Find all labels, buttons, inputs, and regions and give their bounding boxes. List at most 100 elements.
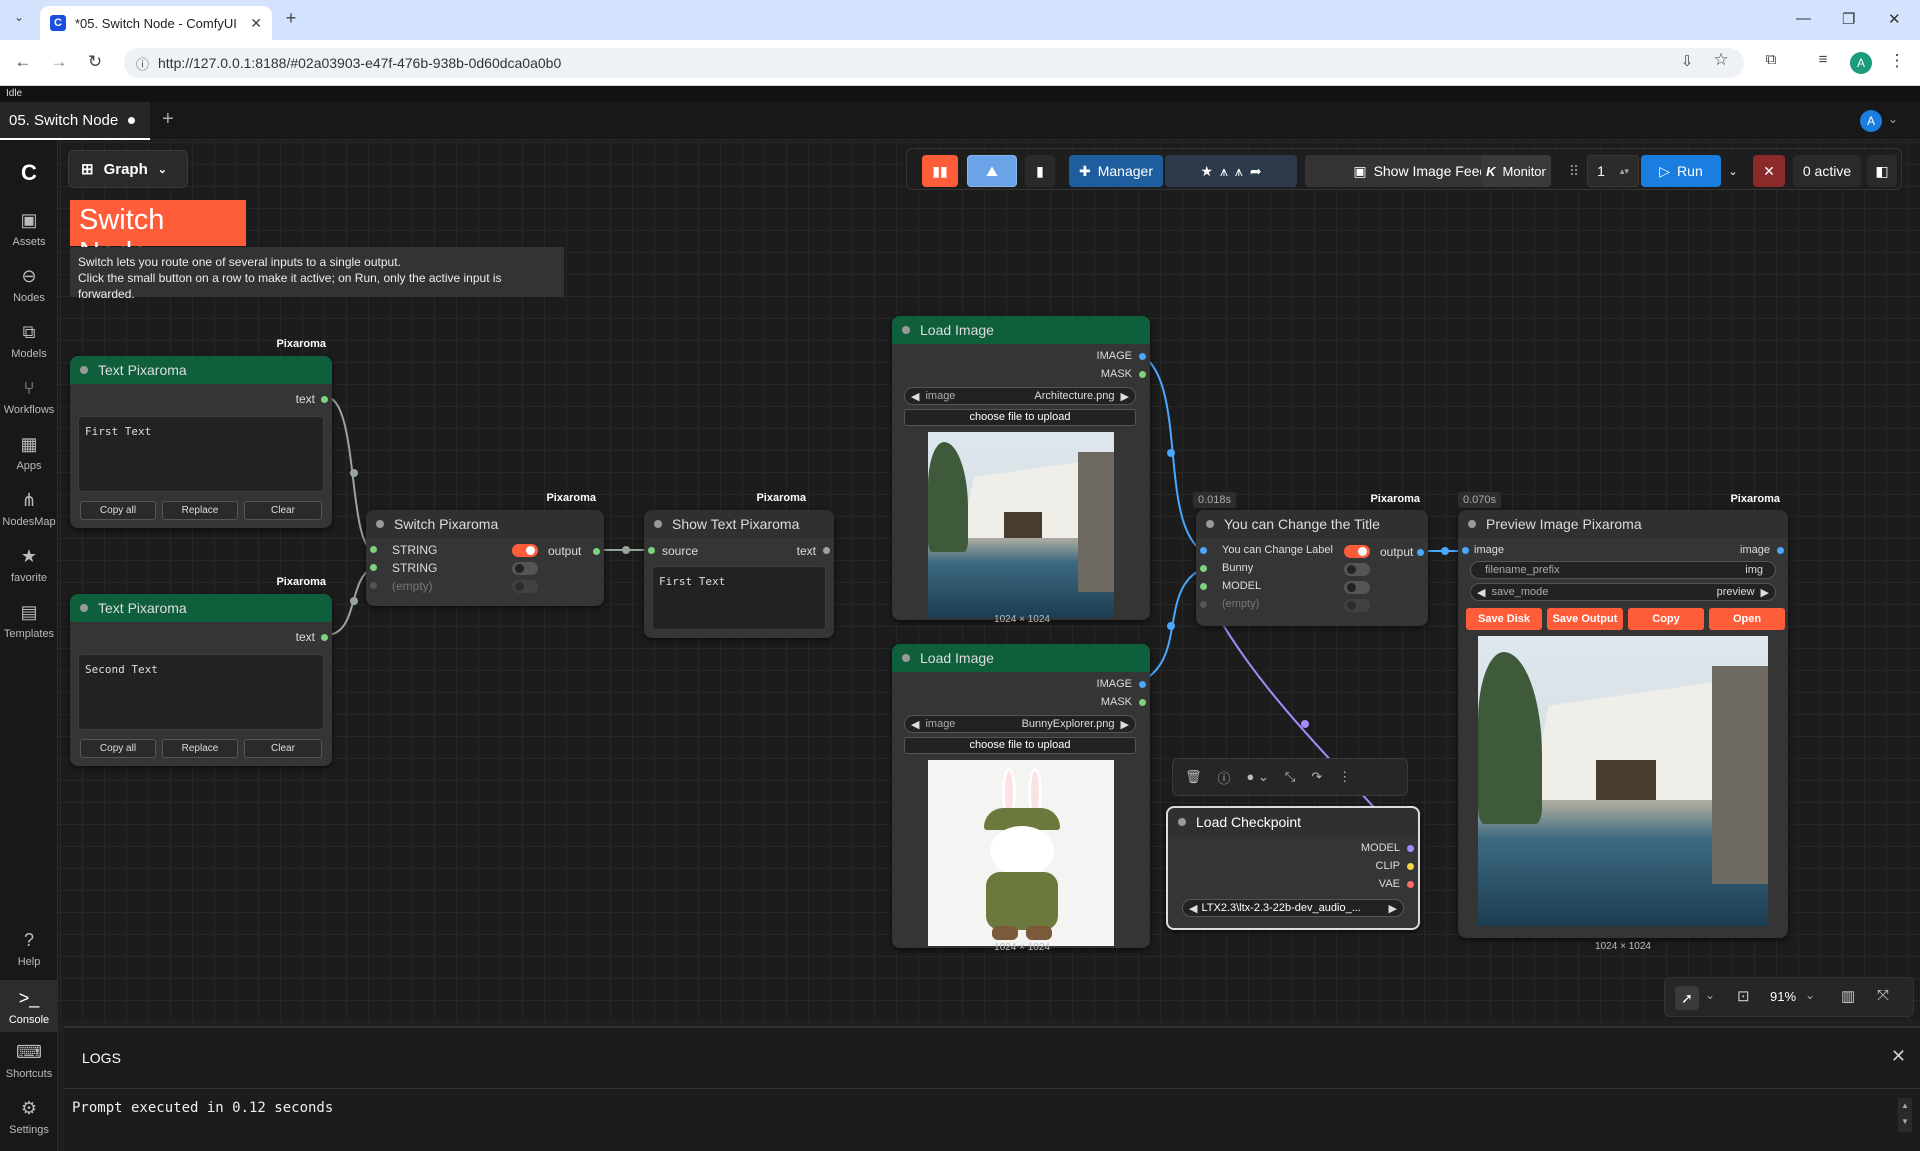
- sidebar-item-help[interactable]: ? Help: [0, 930, 58, 968]
- browser-menu-icon[interactable]: ⋮: [1886, 51, 1908, 71]
- back-icon[interactable]: ←: [12, 52, 34, 72]
- input-slot[interactable]: [1200, 601, 1207, 608]
- collapse-dot-icon[interactable]: [654, 520, 662, 528]
- model-alt-icon[interactable]: ⩚: [1235, 163, 1243, 180]
- save-output-button[interactable]: Save Output: [1547, 608, 1623, 630]
- switch-pixaroma-node[interactable]: Switch Pixaroma STRING output STRING (em…: [366, 510, 604, 606]
- tab-search-icon[interactable]: ⌄: [8, 10, 30, 24]
- output-slot[interactable]: [321, 634, 328, 641]
- clear-button[interactable]: Clear: [244, 501, 322, 520]
- pixaroma-logo-button[interactable]: ⛰: [967, 155, 1017, 187]
- copy-button[interactable]: Copy: [1628, 608, 1704, 630]
- output-slot[interactable]: [1139, 371, 1146, 378]
- input-slot[interactable]: [370, 546, 377, 553]
- replace-button[interactable]: Replace: [162, 501, 238, 520]
- run-options-chevron-icon[interactable]: ⌄: [1723, 155, 1743, 187]
- collapse-dot-icon[interactable]: [1468, 520, 1476, 528]
- image-select[interactable]: ◀ image BunnyExplorer.png ▶: [904, 715, 1136, 733]
- sidebar-item-console[interactable]: >_ Console: [0, 980, 58, 1032]
- output-slot[interactable]: [593, 548, 600, 555]
- text-area[interactable]: Second Text: [78, 654, 324, 730]
- workflow-tab[interactable]: 05. Switch Node: [0, 102, 150, 140]
- zoom-chevron-icon[interactable]: ⌄: [1805, 988, 1815, 1002]
- arrow-right-icon[interactable]: ▶: [1121, 718, 1129, 731]
- output-slot[interactable]: [1407, 881, 1414, 888]
- node-header[interactable]: You can Change the Title: [1196, 510, 1428, 538]
- monitor-button[interactable]: K Monitor: [1481, 155, 1551, 187]
- bookmark-star-icon[interactable]: ☆: [1710, 50, 1732, 70]
- active-toggle[interactable]: [512, 544, 538, 557]
- collapse-dot-icon[interactable]: [902, 326, 910, 334]
- delete-icon[interactable]: 🗑: [1185, 769, 1202, 785]
- input-slot[interactable]: [648, 547, 655, 554]
- input-slot[interactable]: [1200, 583, 1207, 590]
- output-slot[interactable]: [823, 547, 830, 554]
- manager-button[interactable]: ✚ Manager: [1069, 155, 1163, 187]
- queue-count-field[interactable]: 1 ▴▾: [1587, 155, 1639, 187]
- copy-all-button[interactable]: Copy all: [80, 501, 156, 520]
- switch-custom-title-node[interactable]: You can Change the Title You can Change …: [1196, 510, 1428, 626]
- fit-view-icon[interactable]: ⊡: [1737, 987, 1750, 1005]
- graph-canvas[interactable]: ⊞ Graph ⌄ Switch Node Switch lets you ro…: [58, 140, 1920, 1020]
- forward-icon[interactable]: →: [48, 52, 70, 72]
- node-header[interactable]: Preview Image Pixaroma: [1458, 510, 1788, 538]
- input-slot[interactable]: [370, 582, 377, 589]
- image-select[interactable]: ◀ image Architecture.png ▶: [904, 387, 1136, 405]
- media-icon[interactable]: ≡: [1812, 51, 1834, 68]
- collapse-icon[interactable]: ⤡: [1285, 769, 1295, 785]
- node-header[interactable]: Show Text Pixaroma: [644, 510, 834, 538]
- model-icon[interactable]: ⩚: [1220, 163, 1228, 180]
- copy-all-button[interactable]: Copy all: [80, 739, 156, 758]
- sidebar-item-templates[interactable]: ▤ Templates: [0, 602, 58, 640]
- load-image-node-2[interactable]: Load Image IMAGE MASK ◀ image BunnyExplore…: [892, 644, 1150, 948]
- info-icon[interactable]: ⓘ: [1218, 768, 1231, 787]
- arrow-left-icon[interactable]: ◀: [1189, 902, 1197, 915]
- comfy-logo-icon[interactable]: C: [0, 160, 58, 191]
- hide-links-icon[interactable]: ⤧: [1877, 987, 1889, 1004]
- bookmark-button[interactable]: ▮: [1025, 155, 1055, 187]
- cancel-button[interactable]: ✕: [1753, 155, 1785, 187]
- text-pixaroma-node-1[interactable]: Text Pixaroma text First Text Copy all R…: [70, 356, 332, 528]
- sidebar-item-apps[interactable]: ▦ Apps: [0, 434, 58, 472]
- color-picker-icon[interactable]: ● ⌄: [1247, 769, 1269, 785]
- sidebar-item-nodes[interactable]: ⊖ Nodes: [0, 266, 58, 304]
- show-text-pixaroma-node[interactable]: Show Text Pixaroma source text First Tex…: [644, 510, 834, 638]
- collapse-dot-icon[interactable]: [80, 604, 88, 612]
- more-options-icon[interactable]: ⋮: [1338, 769, 1351, 785]
- arrow-left-icon[interactable]: ◀: [911, 390, 919, 403]
- filename-prefix-field[interactable]: filename_prefix img: [1470, 561, 1776, 579]
- inactive-toggle[interactable]: [1344, 599, 1370, 612]
- drag-handle-icon[interactable]: ⠿: [1567, 155, 1581, 187]
- input-slot[interactable]: [1200, 547, 1207, 554]
- arrow-right-icon[interactable]: ▶: [1389, 902, 1397, 915]
- sidebar-item-shortcuts[interactable]: ⌨ Shortcuts: [0, 1042, 58, 1080]
- inactive-toggle[interactable]: [1344, 581, 1370, 594]
- load-checkpoint-node[interactable]: Load Checkpoint MODEL CLIP VAE ◀ LTX2.3\l…: [1166, 806, 1420, 930]
- url-field[interactable]: ⓘ http://127.0.0.1:8188/#02a03903-e47f-4…: [124, 48, 1744, 78]
- minimize-icon[interactable]: —: [1796, 10, 1811, 27]
- sidebar-item-settings[interactable]: ⚙ Settings: [0, 1098, 58, 1136]
- close-tab-icon[interactable]: ✕: [250, 15, 262, 32]
- pixaroma-audio-button[interactable]: ▮▮: [922, 155, 958, 187]
- input-slot[interactable]: [1200, 565, 1207, 572]
- checkpoint-select[interactable]: ◀ LTX2.3\ltx-2.3-22b-dev_audio_... ▶: [1182, 899, 1404, 917]
- install-app-icon[interactable]: ⇩: [1676, 52, 1698, 70]
- node-header[interactable]: Load Checkpoint: [1168, 808, 1418, 836]
- output-slot[interactable]: [321, 396, 328, 403]
- collapse-dot-icon[interactable]: [376, 520, 384, 528]
- reload-icon[interactable]: ↻: [84, 52, 106, 72]
- node-header[interactable]: Switch Pixaroma: [366, 510, 604, 538]
- star-icon[interactable]: ★: [1200, 163, 1213, 180]
- collapse-dot-icon[interactable]: [902, 654, 910, 662]
- node-header[interactable]: Load Image: [892, 316, 1150, 344]
- upload-button[interactable]: choose file to upload: [904, 409, 1136, 426]
- close-logs-icon[interactable]: ✕: [1891, 1046, 1906, 1067]
- extensions-icon[interactable]: ⧉: [1760, 51, 1782, 68]
- logs-scrollbar[interactable]: ▲ ▼: [1898, 1098, 1912, 1132]
- node-header[interactable]: Text Pixaroma: [70, 356, 332, 384]
- upload-button[interactable]: choose file to upload: [904, 737, 1136, 754]
- output-slot[interactable]: [1139, 353, 1146, 360]
- arrow-right-icon[interactable]: ▶: [1121, 390, 1129, 403]
- save-mode-select[interactable]: ◀ save_mode preview ▶: [1470, 583, 1776, 601]
- user-menu-chevron-icon[interactable]: ⌄: [1888, 112, 1898, 126]
